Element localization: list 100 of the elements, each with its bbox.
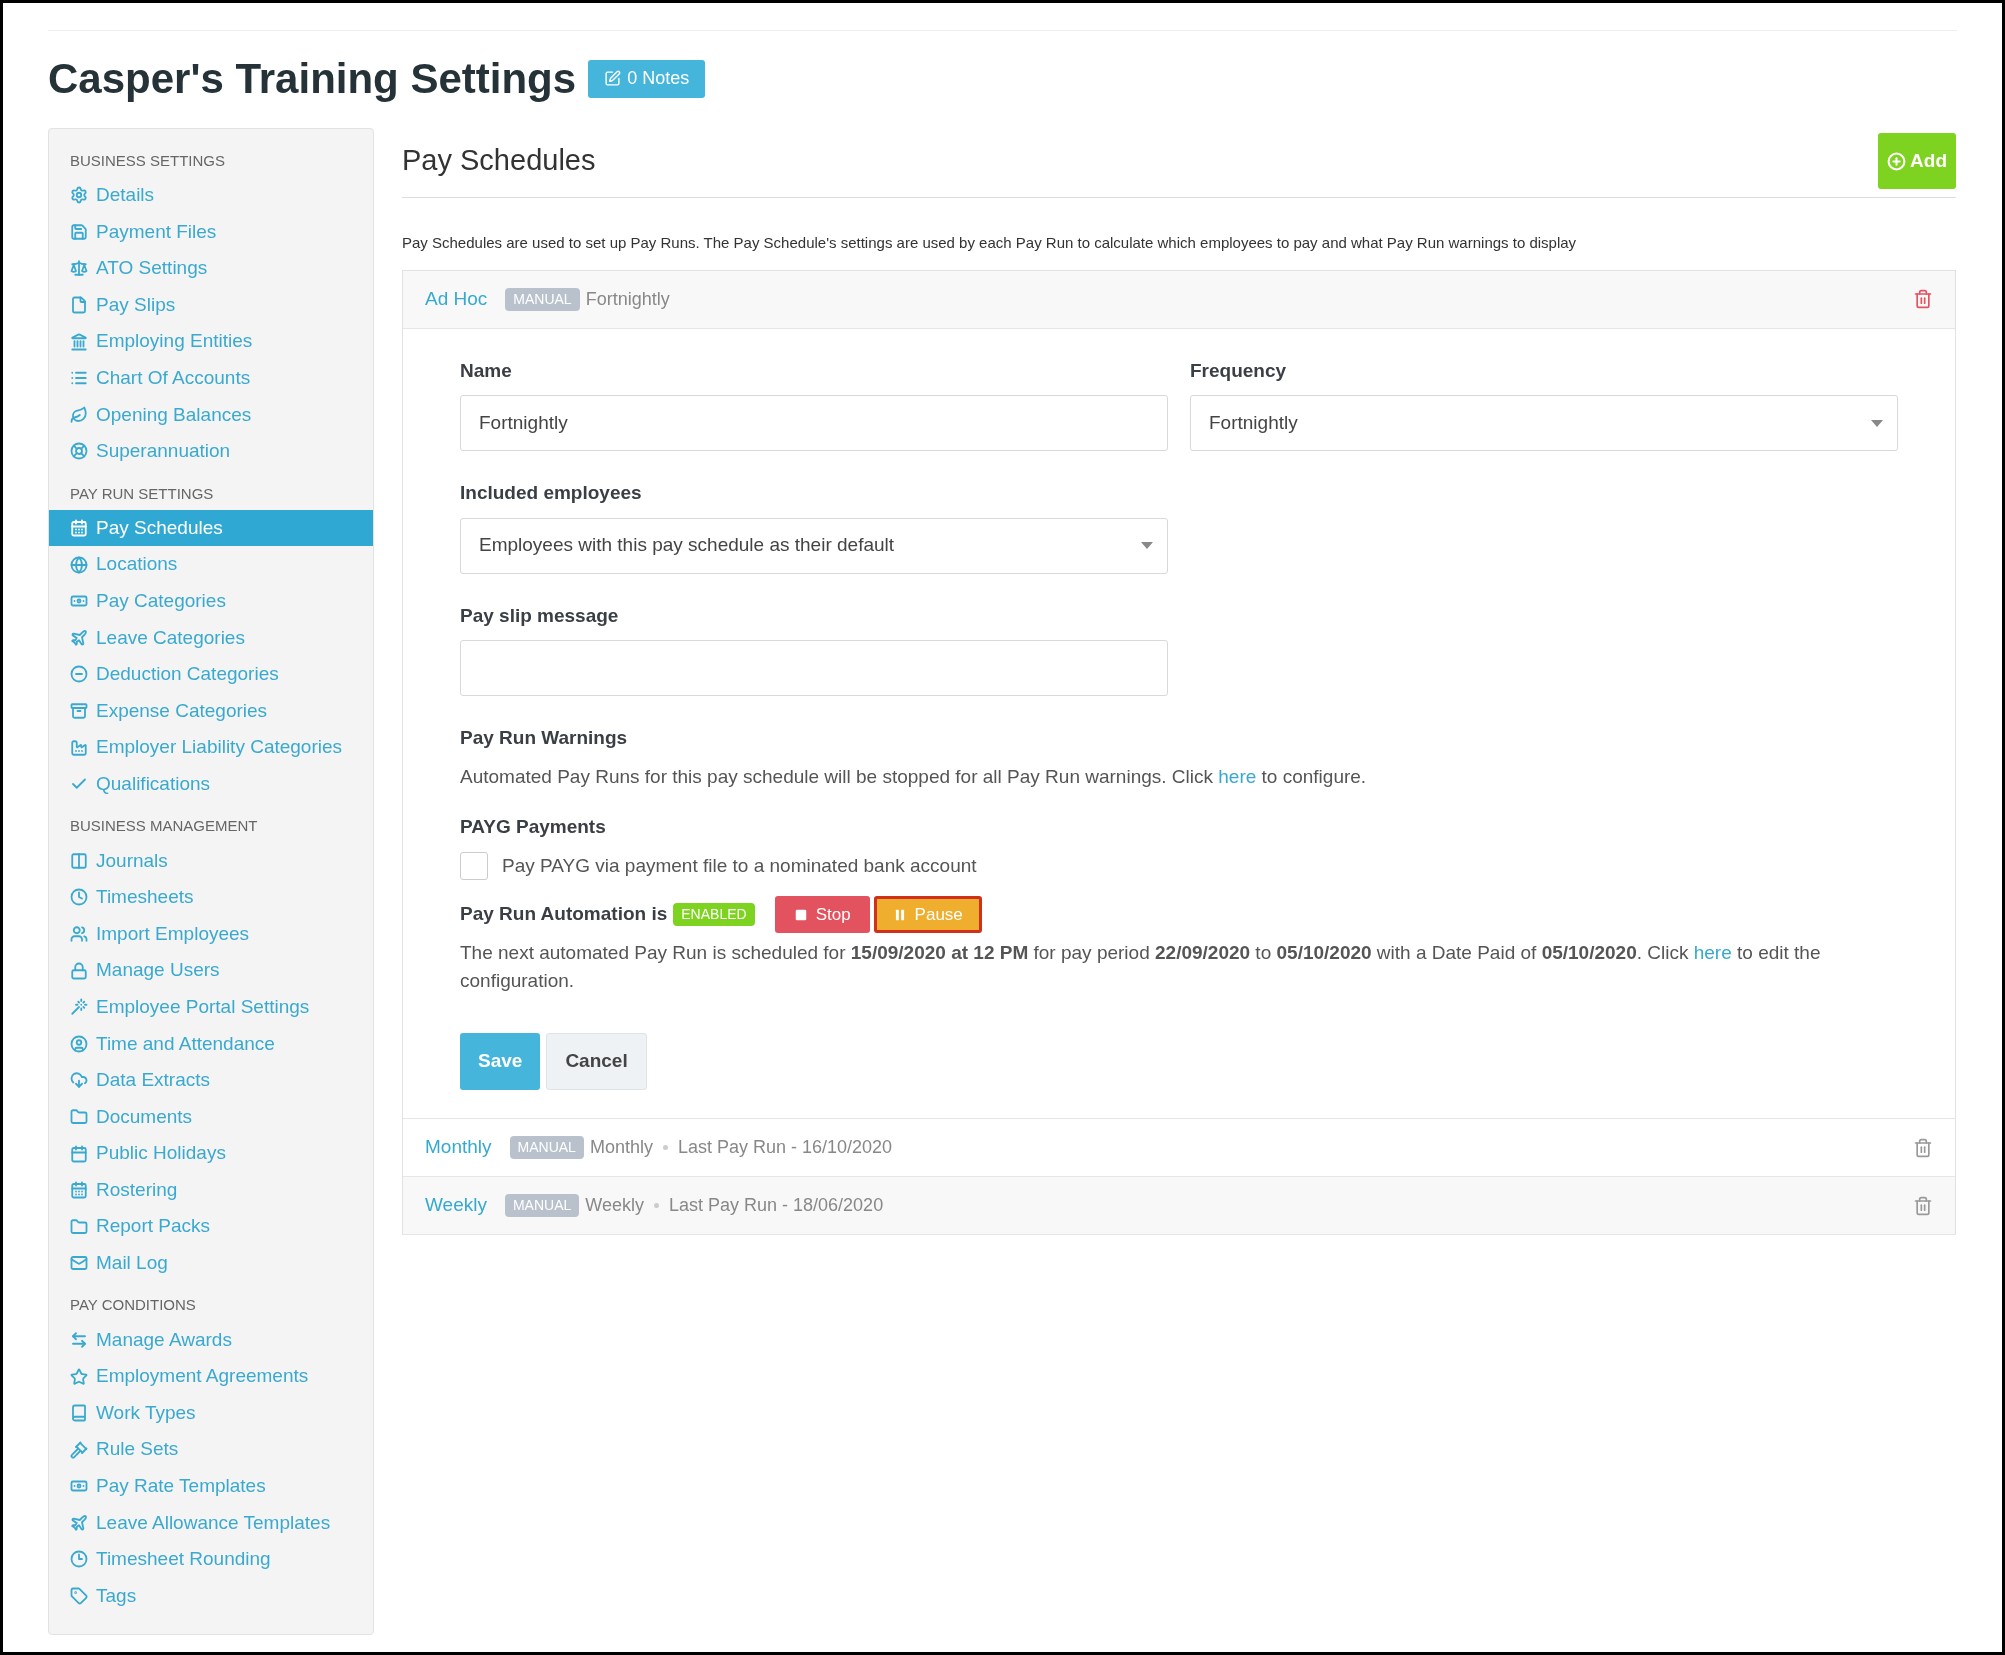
checkbox[interactable] (460, 851, 488, 880)
save-button[interactable]: Save (460, 1033, 541, 1090)
sidebar-item[interactable]: Import Employees (49, 915, 373, 953)
calendar-icon (70, 1144, 88, 1163)
people-icon (70, 925, 88, 943)
sidebar-item[interactable]: Leave Allowance Templates (49, 1504, 373, 1542)
checkbox-label: Pay PAYG via payment file to a nominated bank account (502, 853, 977, 878)
page-title: Casper's Training Settings (48, 54, 577, 104)
sidebar-item[interactable]: Employing Entities (49, 323, 373, 360)
sidebar-item[interactable]: Qualifications (49, 765, 373, 803)
archive-icon (70, 702, 88, 720)
clock-icon (70, 1550, 88, 1569)
sidebar-item[interactable]: Locations (49, 546, 373, 583)
pause-button[interactable]: Pause (873, 896, 982, 933)
manual-badge: MANUAL (504, 1194, 580, 1217)
sidebar-item[interactable]: Tags (49, 1577, 373, 1615)
leaf-icon (70, 405, 88, 424)
wand-icon (70, 998, 88, 1017)
trash-icon[interactable] (1913, 1137, 1933, 1158)
sidebar-item[interactable]: Pay Rate Templates (49, 1468, 373, 1505)
field-label: Frequency (1190, 358, 1288, 383)
sidebar-item[interactable]: Details (49, 177, 373, 214)
next-run-text: The next automated Pay Run is scheduled for 15/09/2020 at 12 PM for pay period 22/09/2020 to 05/10/2020 with a Date Paid of 05/10/2020. Click here to edit the configuration. (460, 941, 1822, 993)
last-pay-run-text: Last Pay Run - 18/06/2020 (669, 1194, 884, 1217)
columns-icon (70, 851, 88, 870)
sidebar-item[interactable]: Superannuation (49, 433, 373, 470)
sidebar-item[interactable]: Report Packs (49, 1208, 373, 1246)
sidebar-item[interactable]: Opening Balances (49, 396, 373, 434)
sidebar-item[interactable]: Public Holidays (49, 1135, 373, 1172)
sidebar-item[interactable]: Timesheet Rounding (49, 1541, 373, 1578)
sidebar-item[interactable]: Pay Slips (49, 286, 373, 324)
caret-icon (1871, 419, 1883, 427)
folder-icon (70, 1217, 88, 1236)
section-heading: PAYG Payments (460, 815, 607, 839)
stop-icon (793, 907, 808, 922)
sidebar-item[interactable]: Employee Portal Settings (49, 988, 373, 1026)
trash-icon[interactable] (1913, 289, 1933, 309)
frequency-text: Monthly (589, 1136, 653, 1159)
gavel-icon (70, 1440, 88, 1459)
sidebar-item[interactable]: Manage Awards (49, 1321, 373, 1359)
sidebar-item[interactable]: Deduction Categories (49, 656, 373, 693)
schedule-link[interactable]: Ad Hoc (425, 284, 488, 314)
field-label: Pay slip message (460, 603, 620, 628)
calendar-icon (70, 519, 88, 538)
sidebar-item[interactable]: Employer Liability Categories (49, 729, 373, 766)
file-icon (70, 296, 88, 315)
configure-link[interactable]: here (1218, 765, 1257, 787)
schedule-link[interactable]: Monthly (425, 1133, 492, 1162)
caret-icon (1141, 542, 1153, 549)
plus-circle-icon (1887, 151, 1907, 171)
sidebar-item[interactable]: Chart Of Accounts (49, 359, 373, 397)
envelope-icon (70, 1254, 88, 1273)
sidebar-item[interactable]: Time and Attendance (49, 1025, 373, 1063)
name-field[interactable]: Fortnightly (460, 395, 1168, 451)
sidebar-item[interactable]: Employment Agreements (49, 1358, 373, 1395)
section-heading: Pay Run Warnings (460, 726, 629, 750)
star-icon (70, 1367, 88, 1386)
notes-button[interactable]: 0 Notes (588, 59, 706, 98)
edit-icon (604, 70, 622, 87)
scales-icon (70, 259, 88, 278)
gear-icon (70, 186, 88, 205)
sidebar-item[interactable]: Manage Users (49, 952, 373, 989)
sidebar-item[interactable]: Journals (49, 842, 373, 880)
sidebar-item[interactable]: ATO Settings (49, 250, 373, 287)
pay-slip-message-field[interactable] (460, 640, 1168, 696)
sidebar-item[interactable]: Work Types (49, 1394, 373, 1432)
schedule-link[interactable]: Weekly (425, 1191, 487, 1220)
included-employees-select[interactable]: Employees with this pay schedule as their default (460, 517, 1168, 574)
sidebar-item[interactable]: Leave Categories (49, 619, 373, 657)
minus-circle-icon (70, 665, 88, 684)
sidebar-item[interactable]: Payment Files (49, 213, 373, 251)
clock-icon (70, 888, 88, 907)
globe-icon (70, 555, 88, 574)
calendar-icon (70, 1181, 88, 1200)
section-title: Pay Schedules (402, 143, 596, 179)
sidebar-item[interactable]: Rostering (49, 1171, 373, 1209)
sidebar-item[interactable]: Documents (49, 1098, 373, 1136)
sidebar-item[interactable]: Mail Log (49, 1245, 373, 1282)
field-label: Name (460, 358, 513, 383)
folder-icon (70, 1107, 88, 1126)
manual-badge: MANUAL (509, 1136, 584, 1159)
frequency-select[interactable]: Fortnightly (1190, 395, 1898, 451)
add-button[interactable]: Add (1878, 133, 1956, 189)
cloud-download-icon (70, 1071, 88, 1090)
sidebar-item[interactable]: Expense Categories (49, 692, 373, 730)
description-text: Pay Schedules are used to set up Pay Runs. The Pay Schedule's settings are used by each Pay Run to calculate which employees to pay and what Pay Run warnings to display (402, 233, 1578, 253)
edit-configuration-link[interactable]: here (1693, 942, 1732, 963)
trash-icon[interactable] (1913, 1195, 1933, 1216)
cancel-button[interactable]: Cancel (546, 1033, 647, 1090)
plane-icon (70, 1513, 88, 1532)
manual-badge: MANUAL (505, 287, 580, 311)
sidebar-item[interactable]: Data Extracts (49, 1062, 373, 1099)
section-heading: BUSINESS MANAGEMENT (69, 816, 259, 837)
sidebar-item[interactable]: Timesheets (49, 879, 373, 916)
stop-button[interactable]: Stop (774, 896, 870, 933)
sidebar-item[interactable]: Pay Schedules (49, 509, 373, 547)
field-label: Included employees (460, 481, 643, 505)
frequency-text: Weekly (585, 1194, 644, 1217)
sidebar-item[interactable]: Rule Sets (49, 1431, 373, 1468)
sidebar-item[interactable]: Pay Categories (49, 582, 373, 620)
